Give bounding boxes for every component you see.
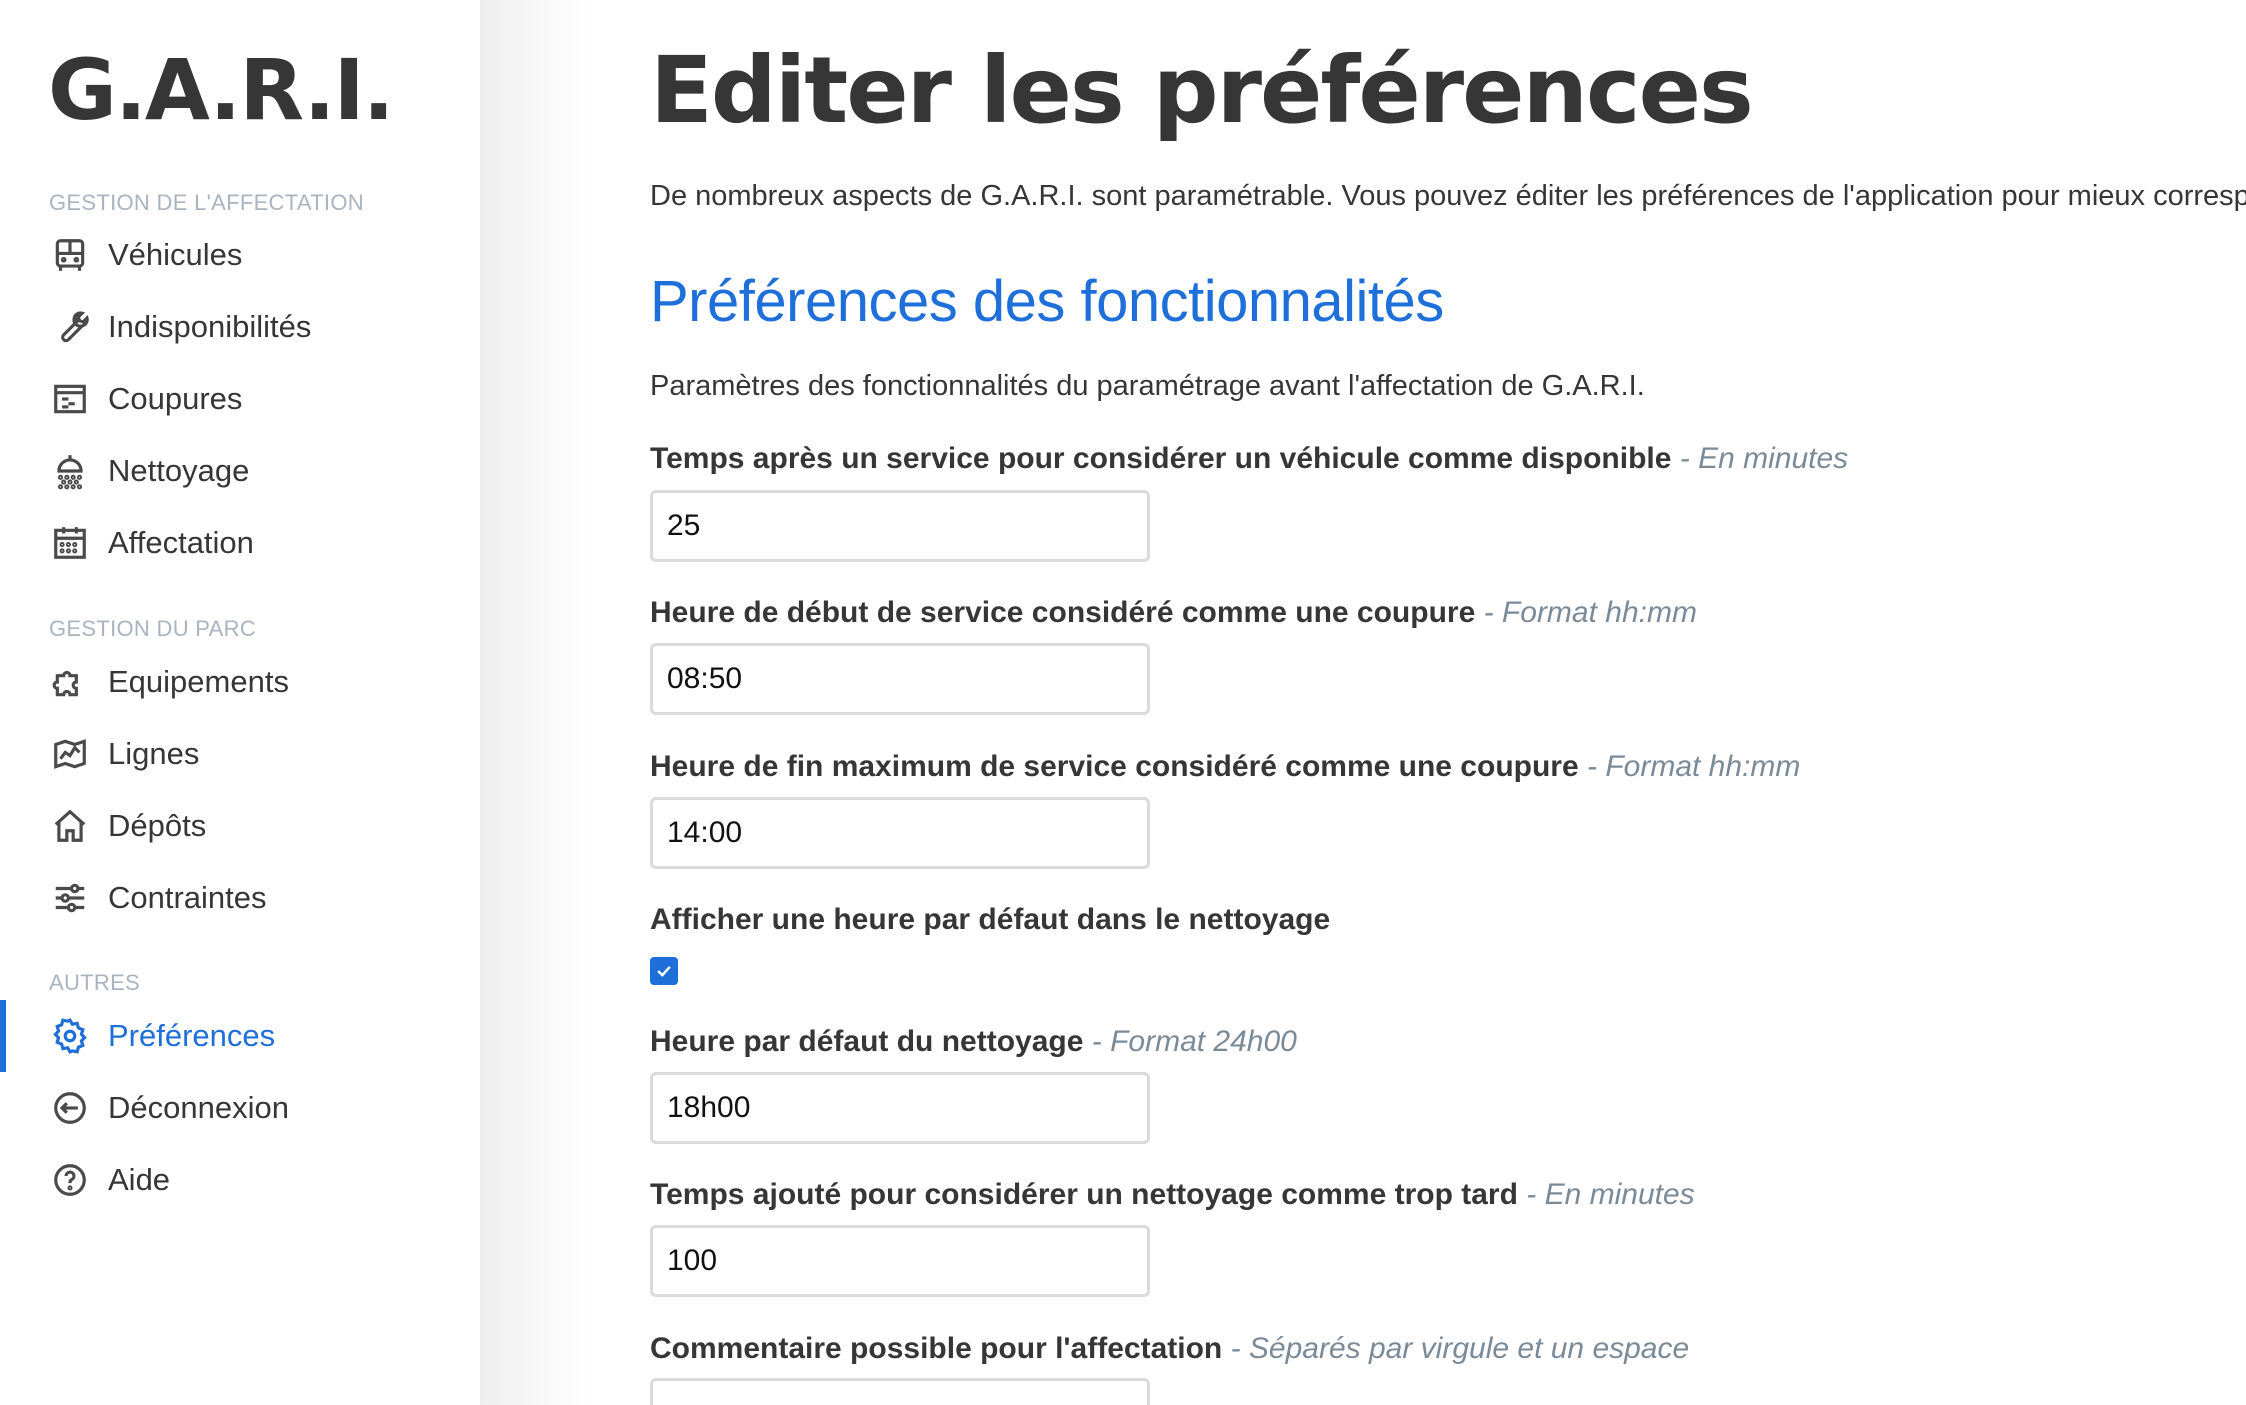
gear-icon <box>50 1016 90 1056</box>
sidebar-item-preferences[interactable]: Préférences <box>50 1011 275 1061</box>
page-title: Editer les préférences <box>650 37 1754 144</box>
sidebar-item-label: Véhicules <box>108 237 243 272</box>
sidebar-item-contraintes[interactable]: Contraintes <box>50 873 267 923</box>
field-hint: - En minutes <box>1526 1178 1695 1211</box>
help-icon <box>50 1160 90 1200</box>
logout-icon <box>50 1088 90 1128</box>
input-debut-coupure[interactable] <box>650 643 1150 715</box>
sliders-icon <box>50 878 90 918</box>
sidebar-item-label: Affectation <box>108 525 254 560</box>
field-hint: - Séparés par virgule et un espace <box>1230 1332 1690 1365</box>
sidebar-item-depots[interactable]: Dépôts <box>50 801 206 851</box>
field-label-commentaire: Commentaire possible pour l'affectation … <box>650 1332 1690 1365</box>
sidebar-item-label: Indisponibilités <box>108 309 312 344</box>
checkbox-afficher-heure[interactable] <box>650 957 678 985</box>
sidebar-item-label: Nettoyage <box>108 453 250 488</box>
input-temps-disponible[interactable] <box>650 490 1150 562</box>
home-icon <box>50 806 90 846</box>
sidebar-item-affectation[interactable]: Affectation <box>50 518 254 568</box>
sidebar-section-parc: GESTION DU PARC <box>49 616 257 641</box>
sidebar-item-label: Déconnexion <box>108 1090 289 1125</box>
input-heure-nettoyage[interactable] <box>650 1072 1150 1144</box>
sidebar-item-label: Coupures <box>108 381 243 416</box>
field-hint: - En minutes <box>1679 442 1849 475</box>
sidebar-item-aide[interactable]: Aide <box>50 1155 170 1205</box>
map-icon <box>50 734 90 774</box>
sidebar-item-label: Aide <box>108 1162 171 1197</box>
sidebar-shadow <box>480 0 590 1405</box>
sidebar-item-label: Contraintes <box>108 880 267 915</box>
field-label-afficher-heure: Afficher une heure par défaut dans le ne… <box>650 903 1331 936</box>
sidebar-section-affectation: GESTION DE L'AFFECTATION <box>49 190 364 215</box>
input-fin-coupure[interactable] <box>650 797 1150 869</box>
sidebar-item-nettoyage[interactable]: Nettoyage <box>50 446 249 496</box>
check-icon <box>657 965 671 977</box>
calendar-icon <box>50 523 90 563</box>
field-hint: - Format hh:mm <box>1587 750 1801 783</box>
input-nettoyage-tard[interactable] <box>650 1225 1150 1297</box>
shower-icon <box>50 451 90 491</box>
field-label-debut-coupure: Heure de début de service considéré comm… <box>650 596 1697 629</box>
section-title: Préférences des fonctionnalités <box>650 269 1444 334</box>
field-hint: - Format hh:mm <box>1483 596 1697 629</box>
sidebar-item-coupures[interactable]: Coupures <box>50 374 242 424</box>
schedule-icon <box>50 379 90 419</box>
sidebar-item-label: Lignes <box>108 736 200 771</box>
field-label-nettoyage-tard: Temps ajouté pour considérer un nettoyag… <box>650 1178 1695 1211</box>
active-indicator <box>0 1000 6 1072</box>
puzzle-icon <box>50 662 90 702</box>
sidebar: G.A.R.I. GESTION DE L'AFFECTATION Véhicu… <box>0 0 480 1405</box>
wrench-icon <box>50 307 90 347</box>
bus-icon <box>50 235 90 275</box>
app-logo: G.A.R.I. <box>48 41 395 139</box>
sidebar-item-equipements[interactable]: Equipements <box>50 657 289 707</box>
sidebar-item-vehicules[interactable]: Véhicules <box>50 230 242 280</box>
field-label-fin-coupure: Heure de fin maximum de service considér… <box>650 750 1801 783</box>
sidebar-section-autres: AUTRES <box>49 970 141 995</box>
field-hint: - Format 24h00 <box>1091 1025 1297 1058</box>
input-commentaire[interactable] <box>650 1378 1150 1405</box>
intro-text: De nombreux aspects de G.A.R.I. sont par… <box>650 180 2246 212</box>
sidebar-item-lignes[interactable]: Lignes <box>50 729 199 779</box>
field-label-disponible: Temps après un service pour considérer u… <box>650 442 1849 475</box>
sidebar-item-indisponibilites[interactable]: Indisponibilités <box>50 302 311 352</box>
sidebar-item-label: Dépôts <box>108 808 207 843</box>
sidebar-item-label: Préférences <box>108 1018 276 1053</box>
section-description: Paramètres des fonctionnalités du paramé… <box>650 370 1645 402</box>
field-label-heure-nettoyage: Heure par défaut du nettoyage - Format 2… <box>650 1025 1297 1058</box>
sidebar-item-deconnexion[interactable]: Déconnexion <box>50 1083 289 1133</box>
sidebar-item-label: Equipements <box>108 664 289 699</box>
main-content: Editer les préférences De nombreux aspec… <box>650 0 2246 1405</box>
